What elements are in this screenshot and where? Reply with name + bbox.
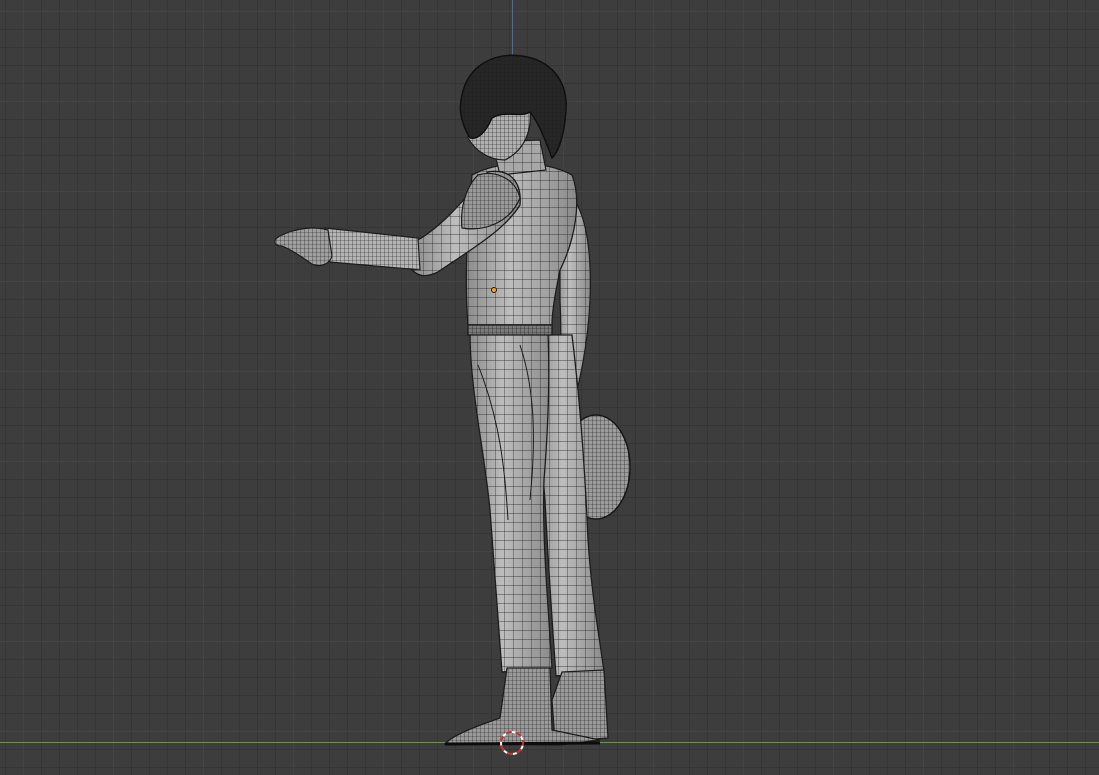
- 3d-viewport[interactable]: [0, 0, 1099, 775]
- object-origin-dot: [491, 287, 497, 293]
- 3d-cursor-icon[interactable]: [500, 731, 524, 755]
- character-mesh[interactable]: [0, 0, 1099, 775]
